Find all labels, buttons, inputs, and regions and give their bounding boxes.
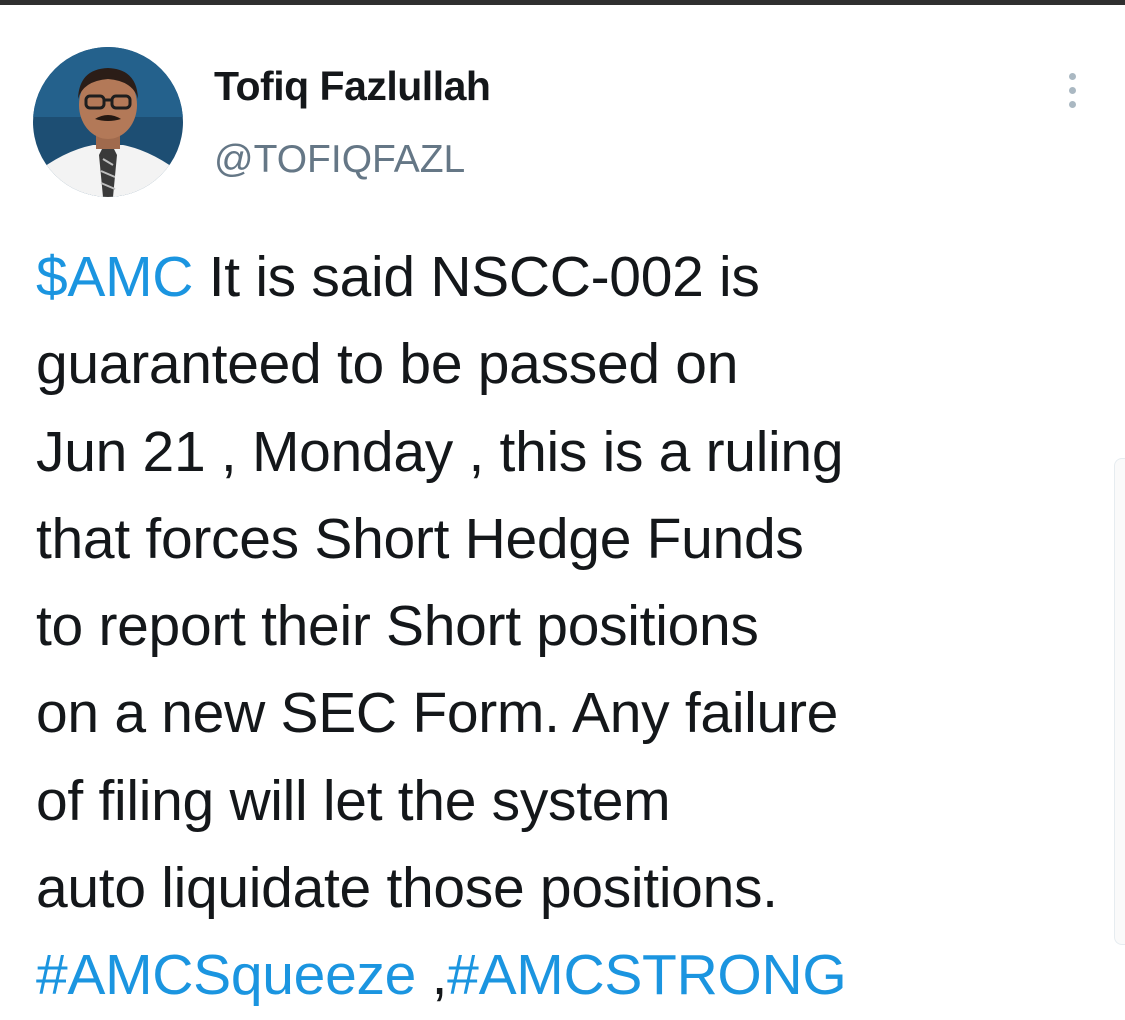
- cashtag-link[interactable]: $AMC: [36, 245, 193, 309]
- more-options-button[interactable]: [1050, 65, 1094, 115]
- tweet-text-segment: guaranteed to be passed on: [36, 332, 739, 397]
- tweet-text-line: auto liquidate those positions.: [36, 845, 1096, 932]
- tweet-text-line: guaranteed to be passed on: [36, 321, 1096, 408]
- tweet-text-segment: that forces Short Hedge Funds: [36, 506, 804, 571]
- more-vertical-icon-dot: [1068, 86, 1076, 94]
- more-vertical-icon-dot: [1068, 100, 1076, 108]
- tweet-text-line: of filing will let the system: [36, 758, 1096, 845]
- more-vertical-icon: [1068, 72, 1076, 80]
- tweet-text-segment: on a new SEC Form. Any failure: [36, 681, 839, 746]
- hashtag-link[interactable]: #AMCSqueeze: [36, 943, 416, 1007]
- tweet-text-line: $AMC It is said NSCC-002 is: [36, 234, 1096, 321]
- tweet-text: $AMC It is said NSCC-002 is guaranteed to…: [36, 234, 1096, 1020]
- hashtag-link[interactable]: #AMCSTRONG: [447, 943, 847, 1007]
- tweet-text-line: to report their Short positions: [36, 583, 1096, 670]
- tweet-text-segment: of filing will let the system: [36, 768, 671, 833]
- tweet-text-segment: to report their Short positions: [36, 594, 759, 659]
- tweet-card: Tofiq Fazlullah @TOFIQFAZL $AMC It is sa…: [0, 5, 1125, 1007]
- side-panel-edge: [1114, 458, 1125, 945]
- avatar[interactable]: [33, 47, 183, 197]
- tweet-text-line: on a new SEC Form. Any failure: [36, 670, 1096, 757]
- tweet-text-segment: auto liquidate those positions.: [36, 856, 778, 921]
- tweet-text-line: #AMCSqueeze ,#AMCSTRONG: [36, 932, 1096, 1019]
- author-handle[interactable]: @TOFIQFAZL: [214, 138, 465, 182]
- tweet-text-segment: ,: [416, 943, 448, 1008]
- profile-photo-icon: [33, 47, 183, 197]
- tweet-text-segment: It is said NSCC-002 is: [193, 245, 760, 309]
- tweet-text-line: that forces Short Hedge Funds: [36, 496, 1096, 583]
- tweet-text-line: Jun 21 , Monday , this is a ruling: [36, 409, 1096, 496]
- tweet-text-segment: Jun 21 , Monday , this is a ruling: [36, 419, 844, 484]
- author-display-name[interactable]: Tofiq Fazlullah: [214, 63, 491, 110]
